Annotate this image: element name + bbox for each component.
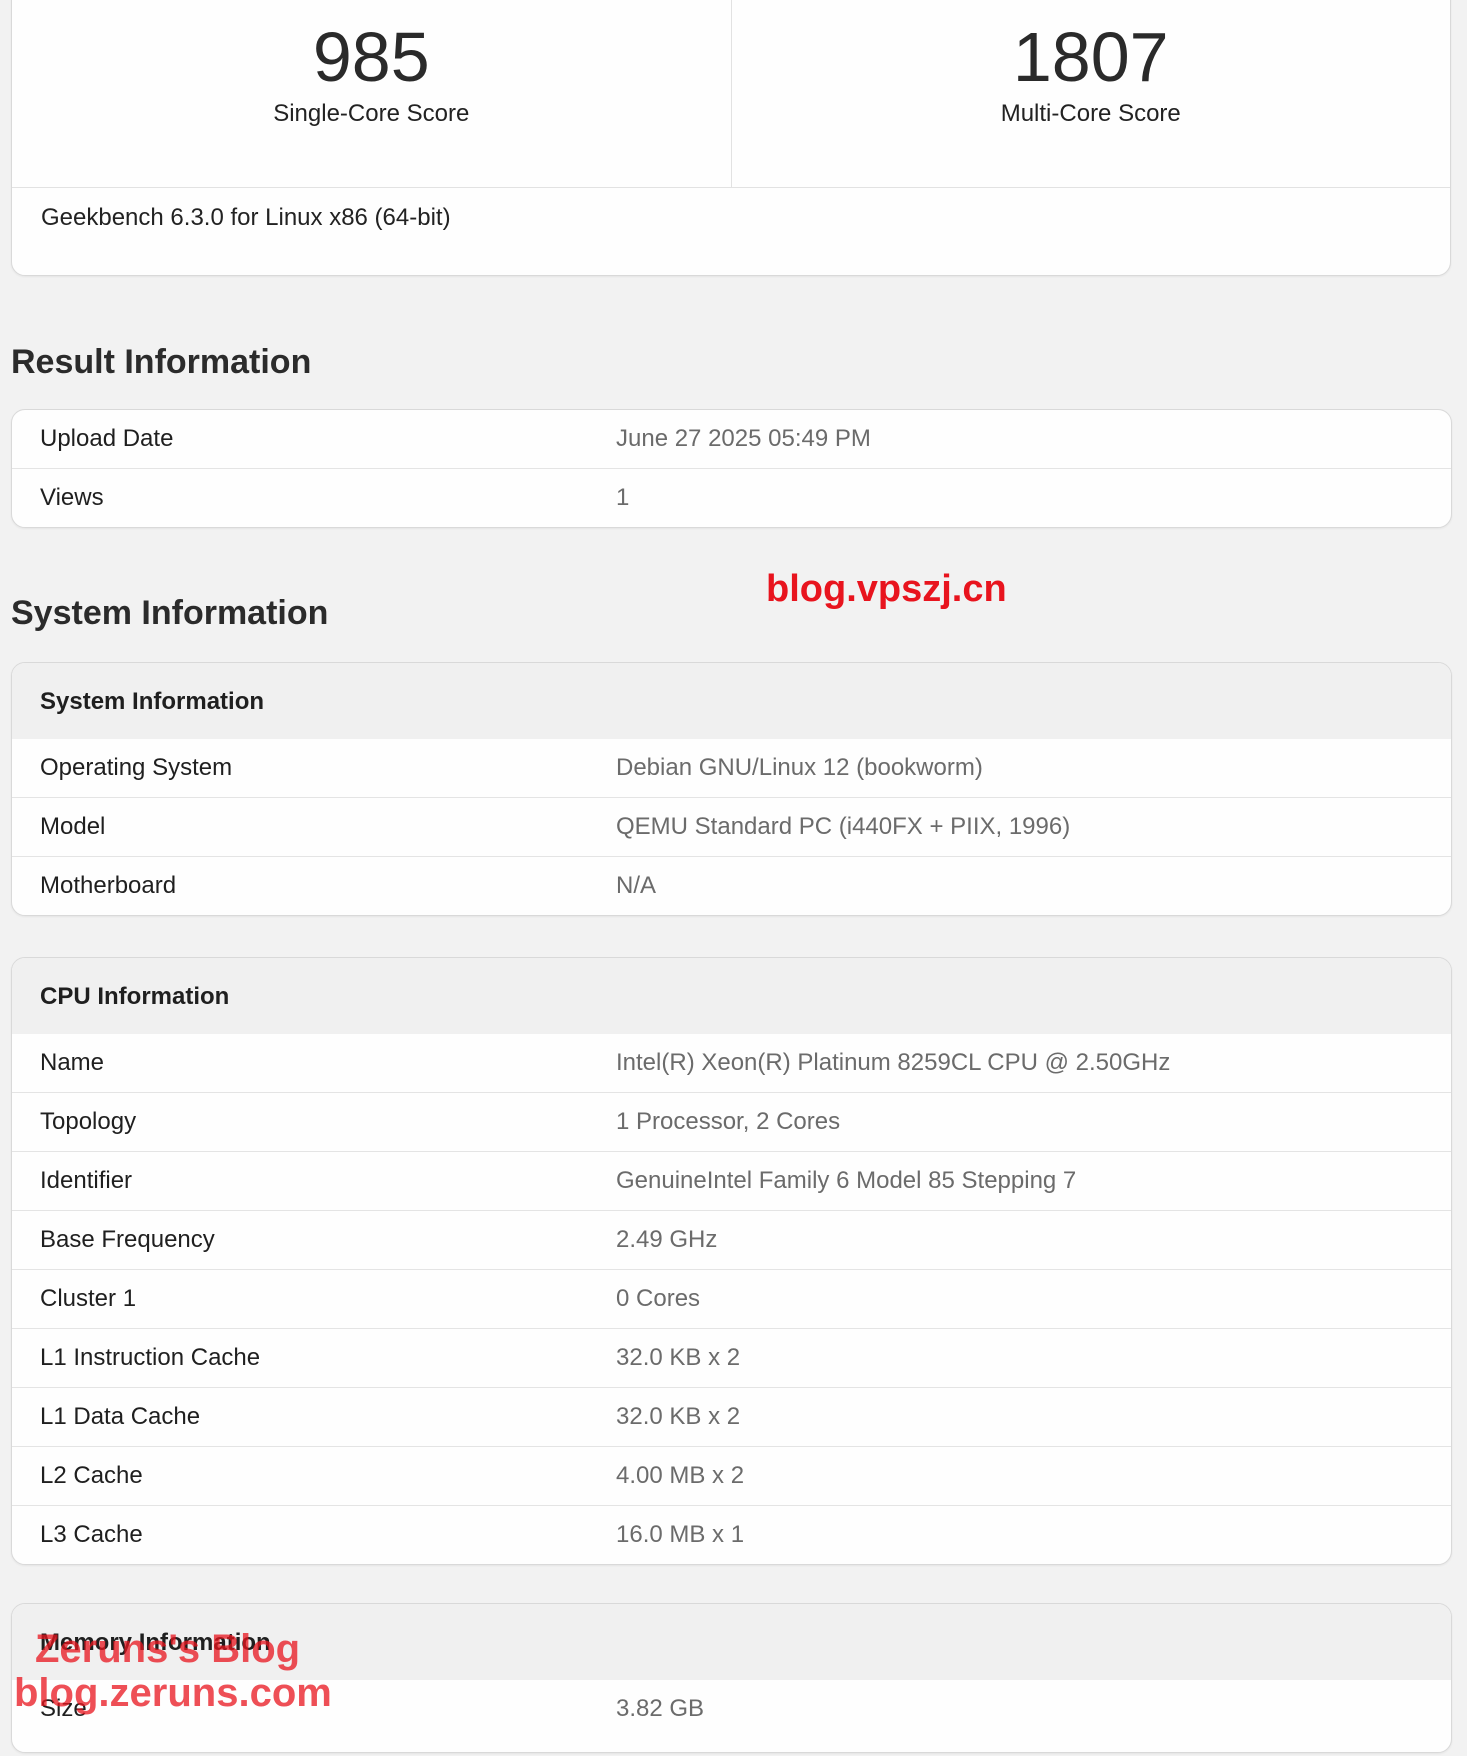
- row-value: 1 Processor, 2 Cores: [616, 1108, 841, 1135]
- row-key: Views: [40, 484, 104, 511]
- table-row: Upload Date June 27 2025 05:49 PM: [12, 410, 1451, 468]
- blog-name-watermark: Zeruns's Blog: [35, 1627, 301, 1671]
- row-value: Debian GNU/Linux 12 (bookworm): [616, 754, 983, 781]
- row-value: QEMU Standard PC (i440FX + PIIX, 1996): [616, 813, 1071, 840]
- cpu-info-table: CPU Information Name Intel(R) Xeon(R) Pl…: [11, 957, 1452, 1565]
- row-value: 32.0 KB x 2: [616, 1403, 741, 1430]
- system-info-table: System Information Operating System Debi…: [11, 662, 1452, 916]
- table-row: L1 Instruction Cache 32.0 KB x 2: [12, 1328, 1451, 1387]
- row-key: Cluster 1: [40, 1285, 137, 1312]
- row-value: 1: [616, 484, 630, 511]
- row-key: Operating System: [40, 754, 233, 781]
- row-key: Model: [40, 813, 106, 840]
- row-key: Topology: [40, 1108, 137, 1135]
- row-value: 4.00 MB x 2: [616, 1462, 745, 1489]
- single-core-label: Single-Core Score: [273, 100, 470, 127]
- row-key: L3 Cache: [40, 1521, 143, 1548]
- multi-core-cell: 1807 Multi-Core Score: [730, 0, 1451, 187]
- row-value: June 27 2025 05:49 PM: [616, 425, 871, 452]
- blog-url-watermark: blog.zeruns.com: [14, 1671, 332, 1715]
- table-row: Operating System Debian GNU/Linux 12 (bo…: [12, 739, 1451, 797]
- row-value: GenuineIntel Family 6 Model 85 Stepping …: [616, 1167, 1077, 1194]
- benchmark-version: Geekbench 6.3.0 for Linux x86 (64-bit): [41, 204, 451, 231]
- system-info-heading: System Information: [11, 594, 329, 632]
- row-key: Motherboard: [40, 872, 177, 899]
- single-core-score: 985: [312, 18, 430, 96]
- table-row: L2 Cache 4.00 MB x 2: [12, 1446, 1451, 1505]
- multi-core-score: 1807: [1012, 18, 1169, 96]
- card-title: CPU Information: [40, 983, 230, 1010]
- row-key: L2 Cache: [40, 1462, 143, 1489]
- card-header: System Information: [12, 663, 1451, 739]
- row-value: 3.82 GB: [616, 1695, 705, 1722]
- table-row: Views 1: [12, 468, 1451, 527]
- site-watermark: blog.vpszj.cn: [766, 568, 1007, 610]
- table-row: Topology 1 Processor, 2 Cores: [12, 1092, 1451, 1151]
- row-key: Base Frequency: [40, 1226, 215, 1253]
- row-value: 32.0 KB x 2: [616, 1344, 741, 1371]
- result-info-table: Upload Date June 27 2025 05:49 PM Views …: [11, 409, 1452, 528]
- table-row: Model QEMU Standard PC (i440FX + PIIX, 1…: [12, 797, 1451, 856]
- table-row: Motherboard N/A: [12, 856, 1451, 915]
- row-key: L1 Data Cache: [40, 1403, 201, 1430]
- single-core-cell: 985 Single-Core Score: [12, 0, 731, 187]
- result-info-heading: Result Information: [11, 343, 312, 381]
- card-header: CPU Information: [12, 958, 1451, 1034]
- row-value: Intel(R) Xeon(R) Platinum 8259CL CPU @ 2…: [616, 1049, 1171, 1076]
- row-key: Upload Date: [40, 425, 174, 452]
- score-card: 985 Single-Core Score 1807 Multi-Core Sc…: [11, 0, 1451, 276]
- table-row: L3 Cache 16.0 MB x 1: [12, 1505, 1451, 1564]
- table-row: Name Intel(R) Xeon(R) Platinum 8259CL CP…: [12, 1034, 1451, 1092]
- row-value: N/A: [616, 872, 657, 899]
- row-value: 2.49 GHz: [616, 1226, 718, 1253]
- table-row: L1 Data Cache 32.0 KB x 2: [12, 1387, 1451, 1446]
- row-value: 0 Cores: [616, 1285, 701, 1312]
- row-key: L1 Instruction Cache: [40, 1344, 261, 1371]
- table-row: Base Frequency 2.49 GHz: [12, 1210, 1451, 1269]
- table-row: Identifier GenuineIntel Family 6 Model 8…: [12, 1151, 1451, 1210]
- row-key: Identifier: [40, 1167, 133, 1194]
- card-title: System Information: [40, 688, 265, 715]
- row-key: Name: [40, 1049, 105, 1076]
- multi-core-label: Multi-Core Score: [1000, 100, 1181, 127]
- score-row: 985 Single-Core Score 1807 Multi-Core Sc…: [12, 0, 1450, 188]
- row-value: 16.0 MB x 1: [616, 1521, 745, 1548]
- table-row: Cluster 1 0 Cores: [12, 1269, 1451, 1328]
